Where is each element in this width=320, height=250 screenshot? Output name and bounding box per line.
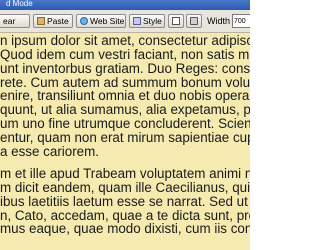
website-button[interactable]: Web Site (76, 14, 126, 28)
width-input[interactable] (232, 14, 250, 28)
text-line: rete. Cum autem ad summum bonum volunt (0, 74, 250, 90)
text-line: entur, quam non erat mirum sapientiae cu… (0, 129, 250, 145)
paragraph-1: n ipsum dolor sit amet, consectetur adip… (0, 34, 250, 159)
print-button[interactable] (186, 14, 202, 28)
text-line: a esse cariorem. (0, 143, 99, 159)
app-window: d Mode ear Paste Web Site Style Width n … (0, 0, 250, 250)
printer-icon (190, 17, 198, 25)
text-line: ibus laetitiis laetum esse se narrat. Se… (0, 193, 250, 209)
title-bar: d Mode (0, 0, 250, 10)
window-title: d Mode (6, 0, 33, 8)
clear-button-label: ear (3, 16, 16, 26)
width-label: Width (207, 16, 231, 26)
text-content: n ipsum dolor sit amet, consectetur adip… (0, 33, 250, 250)
text-line: quunt, ut alia sumamus, alia expetamus, … (0, 102, 250, 118)
text-line: m dicit eandem, quam ille Caecilianus, q… (0, 179, 250, 195)
paragraph-2: m et ille apud Trabeam voluptatem animi … (0, 167, 250, 236)
text-line: m et ille apud Trabeam voluptatem animi … (0, 166, 250, 181)
email-button[interactable] (168, 14, 184, 28)
text-line: um uno fine utrumque concluderent. Scien… (0, 116, 250, 132)
website-button-label: Web Site (90, 16, 125, 26)
mail-icon (172, 17, 180, 25)
toolbar: ear Paste Web Site Style Width (0, 10, 250, 33)
text-line: unt inventorbus gratiam. Duo Reges: cons… (0, 60, 250, 76)
clear-button[interactable]: ear (0, 14, 30, 28)
text-line: Quod idem cum vestri faciant, non satis … (0, 46, 250, 62)
text-line: enire, transiliunt omnia et duo nobis op… (0, 88, 250, 104)
clipboard-icon (37, 17, 45, 25)
style-button[interactable]: Style (129, 14, 165, 28)
globe-icon (80, 17, 88, 25)
style-button-label: Style (143, 16, 162, 26)
paste-button-label: Paste (47, 16, 69, 26)
paste-button[interactable]: Paste (33, 14, 73, 28)
text-line: mus eaque, quae modo dixisti, cum iis co… (0, 221, 250, 237)
style-icon (133, 17, 141, 25)
text-line: n ipsum dolor sit amet, consectetur adip… (0, 33, 250, 48)
text-line: n, Cato, accedam, quae a te dicta sunt, … (0, 207, 250, 223)
